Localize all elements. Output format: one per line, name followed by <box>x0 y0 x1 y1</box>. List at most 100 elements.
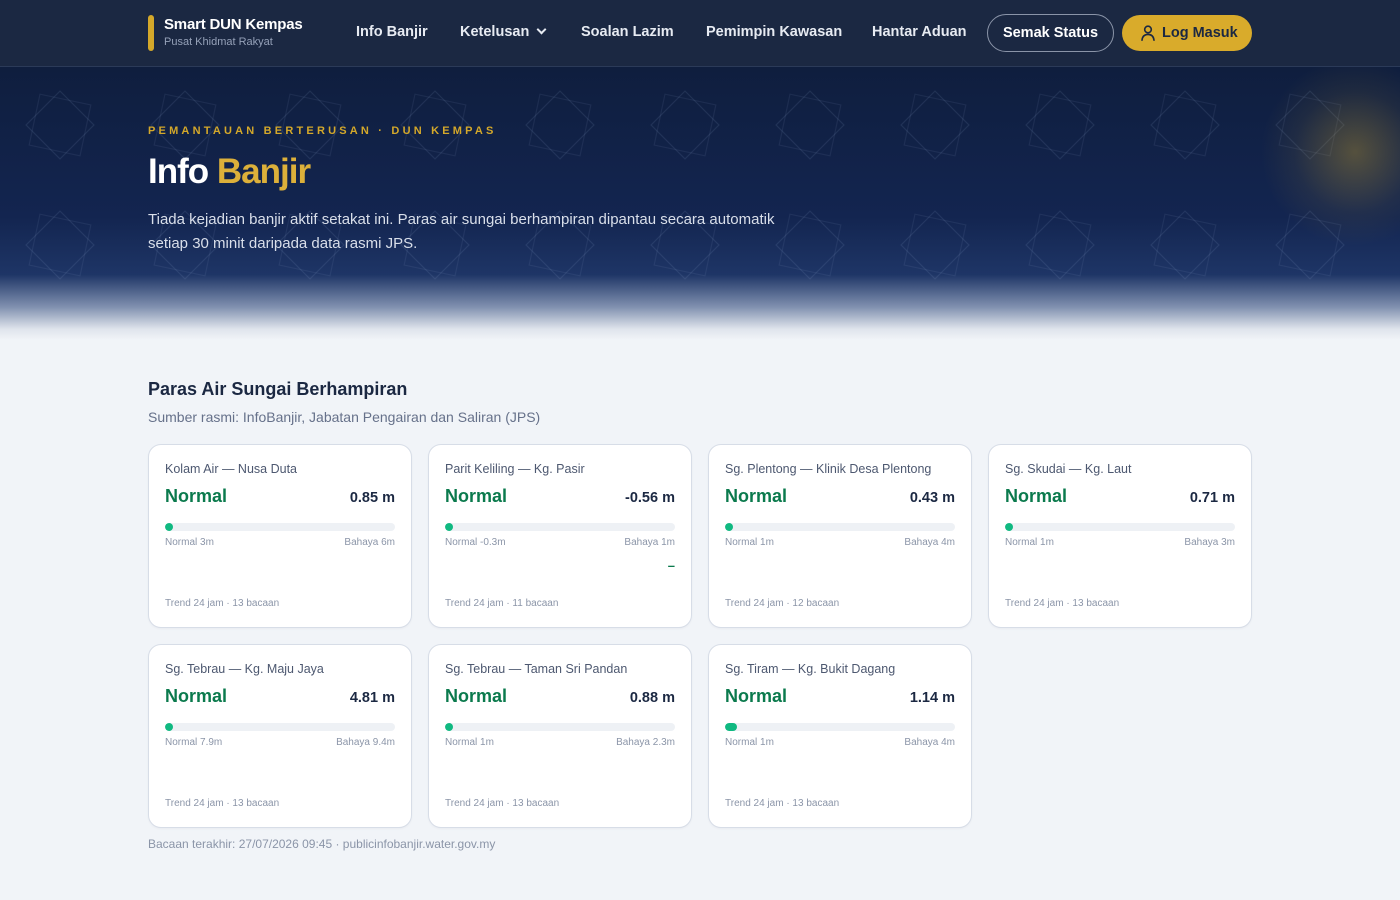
nav-item-soalan-lazim[interactable]: Soalan Lazim <box>581 24 674 40</box>
level-progress-track <box>165 523 395 531</box>
nav-item-hantar-aduan[interactable]: Hantar Aduan <box>872 24 967 40</box>
normal-threshold-label: Normal 1m <box>1005 537 1054 548</box>
brand-logo[interactable]: Smart DUN Kempas Pusat Khidmat Rakyat <box>148 15 303 51</box>
trend-caption: Trend 24 jam · 13 bacaan <box>445 798 560 809</box>
pattern-motif <box>1025 90 1095 160</box>
trend-indicator: – <box>667 558 675 573</box>
station-card[interactable]: Sg. Tebrau — Kg. Maju Jaya Normal 4.81 m No… <box>148 644 412 828</box>
level-progress-fill <box>725 723 737 731</box>
station-name: Sg. Tiram — Kg. Bukit Dagang <box>725 662 896 676</box>
station-name: Sg. Skudai — Kg. Laut <box>1005 462 1132 476</box>
danger-threshold-label: Bahaya 4m <box>904 537 955 548</box>
water-level-value: 0.85 m <box>349 490 395 506</box>
hero-eyebrow: PEMANTAUAN BERTERUSAN · DUN KEMPAS <box>148 125 497 137</box>
nav-item-ketelusan-label: Ketelusan <box>460 24 530 40</box>
page-title: Info Banjir <box>148 152 311 192</box>
section-subtitle: Sumber rasmi: InfoBanjir, Jabatan Pengai… <box>148 409 541 425</box>
trend-caption: Trend 24 jam · 11 bacaan <box>445 598 559 609</box>
top-navbar: Smart DUN Kempas Pusat Khidmat Rakyat In… <box>0 0 1400 67</box>
nav-item-ketelusan[interactable]: Ketelusan <box>460 24 547 40</box>
water-level-value: 1.14 m <box>909 690 955 706</box>
pattern-motif <box>900 210 970 280</box>
status-badge: Normal <box>725 486 788 506</box>
normal-threshold-label: Normal -0.3m <box>445 537 506 548</box>
station-card[interactable]: Sg. Plentong — Klinik Desa Plentong Norma… <box>708 444 972 628</box>
pattern-motif <box>650 90 720 160</box>
pattern-motif <box>1025 210 1095 280</box>
pattern-motif <box>25 90 95 160</box>
brand-title: Smart DUN Kempas <box>164 16 303 33</box>
station-name: Sg. Plentong — Klinik Desa Plentong <box>725 462 932 476</box>
check-status-button[interactable]: Semak Status <box>987 14 1114 52</box>
danger-threshold-label: Bahaya 6m <box>344 537 395 548</box>
status-badge: Normal <box>725 686 788 706</box>
station-card[interactable]: Sg. Tebrau — Taman Sri Pandan Normal 0.88 … <box>428 644 692 828</box>
danger-threshold-label: Bahaya 2.3m <box>616 737 675 748</box>
trend-caption: Trend 24 jam · 12 bacaan <box>725 598 840 609</box>
level-progress-fill <box>445 523 453 531</box>
trend-caption: Trend 24 jam · 13 bacaan <box>725 798 840 809</box>
login-button[interactable]: Log Masuk <box>1122 15 1252 51</box>
last-reading-note: Bacaan terakhir: 27/07/2026 09:45 · publ… <box>148 837 496 851</box>
normal-threshold-label: Normal 1m <box>445 737 494 748</box>
normal-threshold-label: Normal 7.9m <box>165 737 223 748</box>
pattern-motif <box>1150 90 1220 160</box>
page-title-part2: Banjir <box>216 152 311 191</box>
nav-item-info-banjir[interactable]: Info Banjir <box>356 24 428 40</box>
level-progress-fill <box>1005 523 1013 531</box>
pattern-motif <box>775 90 845 160</box>
brand-accent-bar <box>148 15 154 51</box>
station-card[interactable]: Parit Keliling — Kg. Pasir Normal -0.56 m N… <box>428 444 692 628</box>
status-badge: Normal <box>445 486 508 506</box>
pattern-motif <box>525 90 595 160</box>
level-progress-fill <box>445 723 453 731</box>
station-name: Sg. Tebrau — Kg. Maju Jaya <box>165 662 324 676</box>
section-title: Paras Air Sungai Berhampiran <box>148 379 408 399</box>
station-name: Parit Keliling — Kg. Pasir <box>445 462 585 476</box>
trend-caption: Trend 24 jam · 13 bacaan <box>165 798 280 809</box>
status-badge: Normal <box>1005 486 1068 506</box>
nav-item-pemimpin-kawasan[interactable]: Pemimpin Kawasan <box>706 24 842 40</box>
user-icon <box>1141 25 1155 41</box>
danger-threshold-label: Bahaya 1m <box>624 537 675 548</box>
station-name: Sg. Tebrau — Taman Sri Pandan <box>445 662 628 676</box>
trend-caption: Trend 24 jam · 13 bacaan <box>1005 598 1120 609</box>
level-progress-track <box>725 523 955 531</box>
danger-threshold-label: Bahaya 9.4m <box>336 737 395 748</box>
pattern-motif <box>25 210 95 280</box>
hero-banner: PEMANTAUAN BERTERUSAN · DUN KEMPAS Info … <box>0 67 1400 340</box>
danger-threshold-label: Bahaya 3m <box>1184 537 1235 548</box>
level-progress-track <box>725 723 955 731</box>
pattern-motif <box>1150 210 1220 280</box>
station-card[interactable]: Sg. Skudai — Kg. Laut Normal 0.71 m Normal … <box>988 444 1252 628</box>
danger-threshold-label: Bahaya 4m <box>904 737 955 748</box>
water-level-value: -0.56 m <box>625 490 675 506</box>
water-level-value: 0.88 m <box>629 690 675 706</box>
normal-threshold-label: Normal 1m <box>725 737 774 748</box>
trend-caption: Trend 24 jam · 13 bacaan <box>165 598 280 609</box>
page-title-part1: Info <box>148 152 209 191</box>
level-progress-fill <box>165 523 173 531</box>
level-progress-fill <box>165 723 173 731</box>
station-name: Kolam Air — Nusa Duta <box>165 462 297 476</box>
level-progress-track <box>445 523 675 531</box>
status-badge: Normal <box>165 486 228 506</box>
level-progress-track <box>165 723 395 731</box>
station-card[interactable]: Sg. Tiram — Kg. Bukit Dagang Normal 1.14 m… <box>708 644 972 828</box>
normal-threshold-label: Normal 1m <box>725 537 774 548</box>
level-progress-track <box>445 723 675 731</box>
brand-subtitle: Pusat Khidmat Rakyat <box>164 36 273 48</box>
login-button-label: Log Masuk <box>1162 25 1238 41</box>
level-progress-track <box>1005 523 1235 531</box>
level-progress-fill <box>725 523 733 531</box>
pattern-motif <box>900 90 970 160</box>
normal-threshold-label: Normal 3m <box>165 537 214 548</box>
hero-description: Tiada kejadian banjir aktif setakat ini.… <box>148 211 775 252</box>
water-level-value: 0.71 m <box>1189 490 1235 506</box>
status-badge: Normal <box>445 686 508 706</box>
status-badge: Normal <box>165 686 228 706</box>
chevron-down-icon <box>536 24 547 35</box>
water-level-value: 0.43 m <box>909 490 955 506</box>
station-card[interactable]: Kolam Air — Nusa Duta Normal 0.85 m Normal … <box>148 444 412 628</box>
water-level-value: 4.81 m <box>349 690 395 706</box>
